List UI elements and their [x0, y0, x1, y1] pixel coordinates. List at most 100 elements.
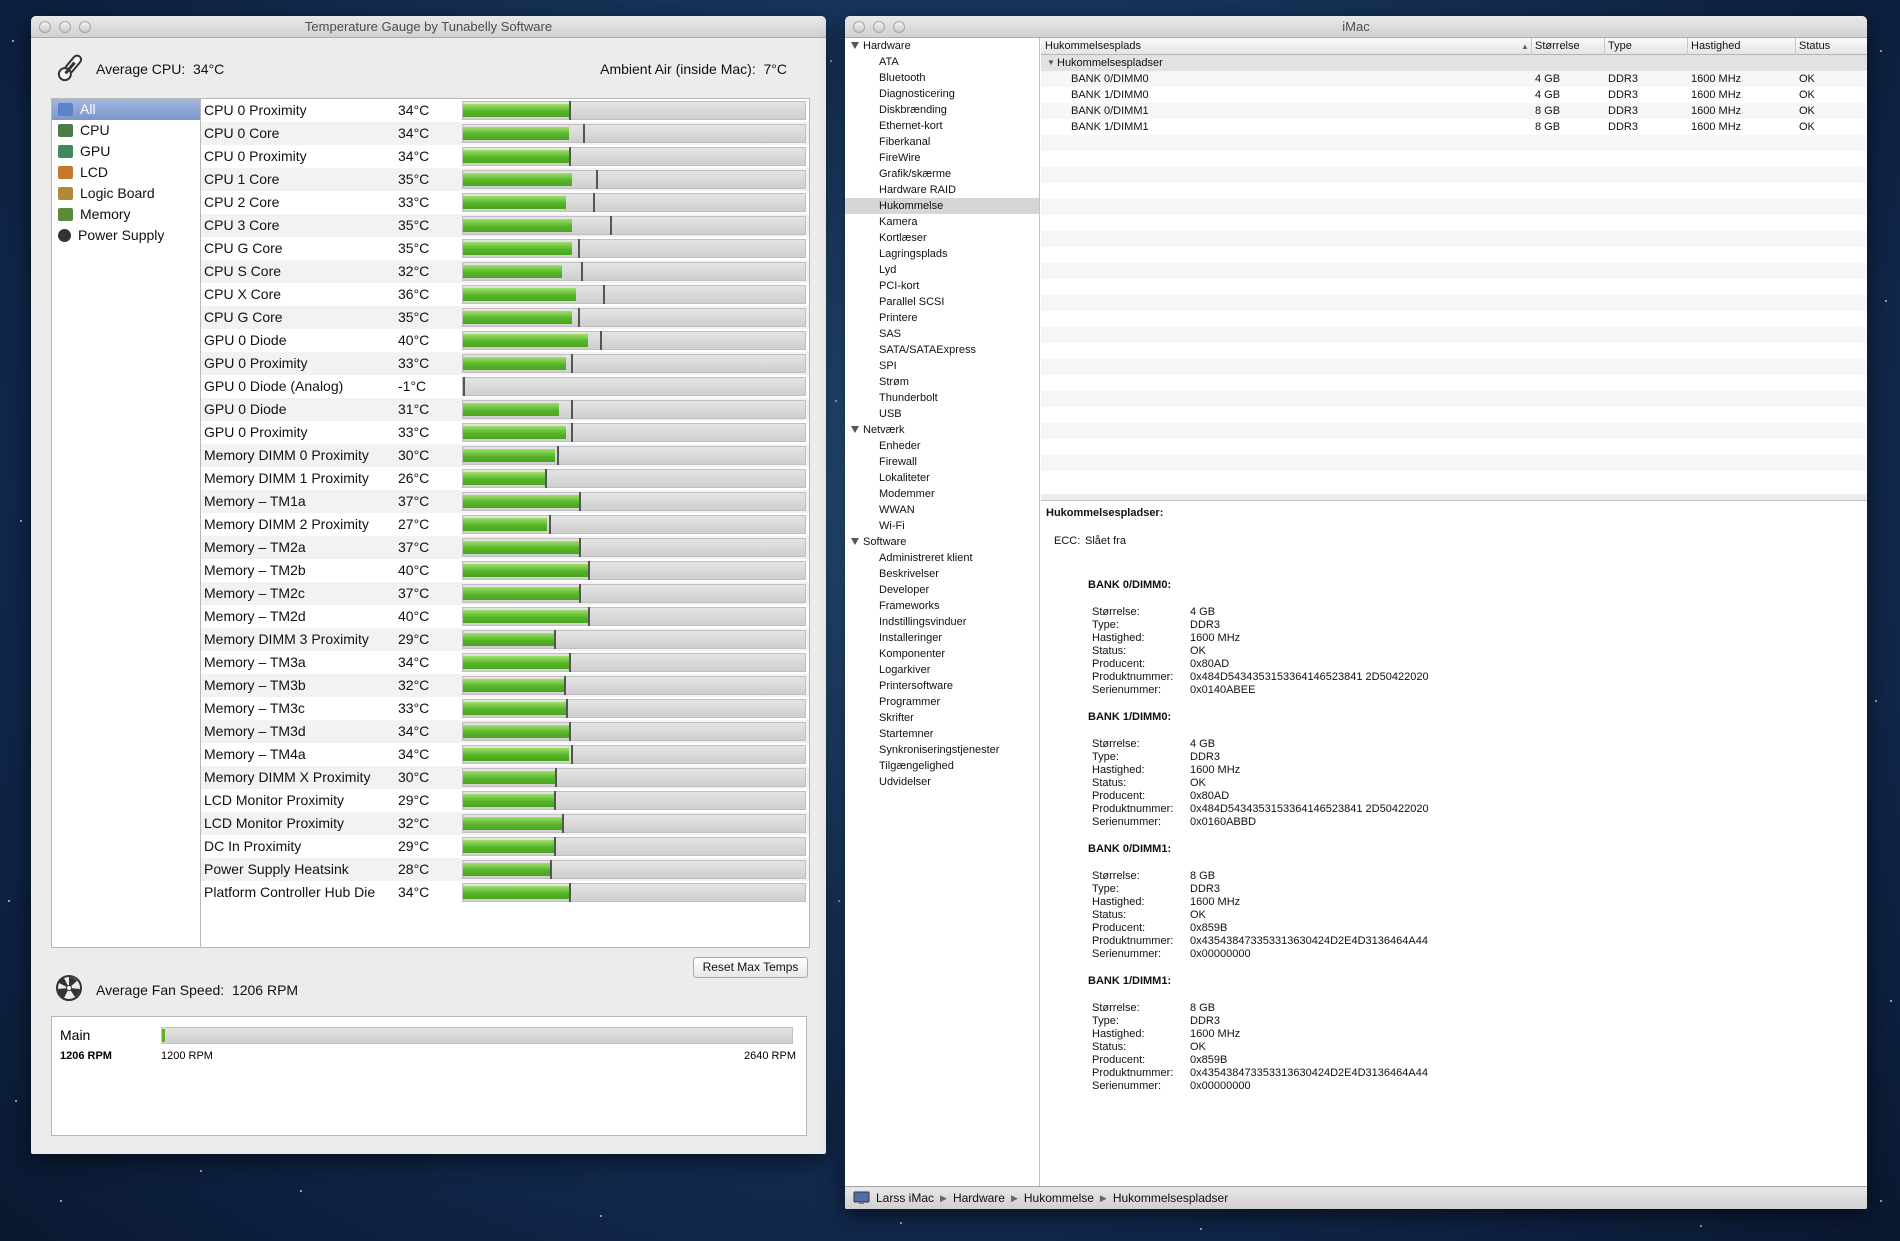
sensor-row[interactable]: CPU 2 Core 33°C: [201, 191, 809, 214]
nav-item-lokaliteter[interactable]: Lokaliteter: [845, 470, 1039, 486]
nav-item-fiberkanal[interactable]: Fiberkanal: [845, 134, 1039, 150]
sidebar-item-memory[interactable]: Memory: [52, 204, 200, 225]
sensor-row[interactable]: Memory DIMM X Proximity 30°C: [201, 766, 809, 789]
sensor-row[interactable]: GPU 0 Diode (Analog) -1°C: [201, 375, 809, 398]
nav-item-tilgængelighed[interactable]: Tilgængelighed: [845, 758, 1039, 774]
column-header-speed[interactable]: Hastighed: [1691, 40, 1741, 52]
sensor-row[interactable]: CPU 0 Proximity 34°C: [201, 145, 809, 168]
nav-item-strøm[interactable]: Strøm: [845, 374, 1039, 390]
sensor-row[interactable]: Memory DIMM 2 Proximity 27°C: [201, 513, 809, 536]
nav-item-pci-kort[interactable]: PCI-kort: [845, 278, 1039, 294]
nav-item-ethernet-kort[interactable]: Ethernet-kort: [845, 118, 1039, 134]
nav-item-wwan[interactable]: WWAN: [845, 502, 1039, 518]
zoom-button[interactable]: [893, 21, 905, 33]
nav-category-software[interactable]: Software: [845, 534, 1039, 550]
sensor-row[interactable]: LCD Monitor Proximity 32°C: [201, 812, 809, 835]
nav-item-lagringsplads[interactable]: Lagringsplads: [845, 246, 1039, 262]
nav-item-grafik-skærme[interactable]: Grafik/skærme: [845, 166, 1039, 182]
sensor-row[interactable]: CPU G Core 35°C: [201, 306, 809, 329]
table-row[interactable]: BANK 1/DIMM1 8 GB DDR3 1600 MHz OK: [1041, 119, 1867, 135]
nav-item-beskrivelser[interactable]: Beskrivelser: [845, 566, 1039, 582]
zoom-button[interactable]: [79, 21, 91, 33]
nav-item-skrifter[interactable]: Skrifter: [845, 710, 1039, 726]
nav-item-hardware-raid[interactable]: Hardware RAID: [845, 182, 1039, 198]
breadcrumb-item[interactable]: Hardware: [953, 1187, 1005, 1210]
sensor-row[interactable]: CPU S Core 32°C: [201, 260, 809, 283]
nav-item-wi-fi[interactable]: Wi-Fi: [845, 518, 1039, 534]
sensor-row[interactable]: Memory – TM3d 34°C: [201, 720, 809, 743]
nav-item-kamera[interactable]: Kamera: [845, 214, 1039, 230]
nav-item-developer[interactable]: Developer: [845, 582, 1039, 598]
nav-category-netværk[interactable]: Netværk: [845, 422, 1039, 438]
table-row[interactable]: BANK 0/DIMM0 4 GB DDR3 1600 MHz OK: [1041, 71, 1867, 87]
nav-item-printere[interactable]: Printere: [845, 310, 1039, 326]
minimize-button[interactable]: [59, 21, 71, 33]
table-row[interactable]: BANK 0/DIMM1 8 GB DDR3 1600 MHz OK: [1041, 103, 1867, 119]
sensor-row[interactable]: CPU 1 Core 35°C: [201, 168, 809, 191]
breadcrumb-item[interactable]: Hukommelse: [1024, 1187, 1094, 1210]
disclosure-triangle-icon[interactable]: ▼: [1047, 58, 1055, 67]
sensor-row[interactable]: LCD Monitor Proximity 29°C: [201, 789, 809, 812]
nav-item-sas[interactable]: SAS: [845, 326, 1039, 342]
nav-item-sata-sataexpress[interactable]: SATA/SATAExpress: [845, 342, 1039, 358]
nav-item-printersoftware[interactable]: Printersoftware: [845, 678, 1039, 694]
sensor-row[interactable]: Memory – TM2a 37°C: [201, 536, 809, 559]
nav-item-indstillingsvinduer[interactable]: Indstillingsvinduer: [845, 614, 1039, 630]
nav-item-programmer[interactable]: Programmer: [845, 694, 1039, 710]
nav-item-firewire[interactable]: FireWire: [845, 150, 1039, 166]
nav-item-synkroniseringstjenester[interactable]: Synkroniseringstjenester: [845, 742, 1039, 758]
sidebar-item-gpu[interactable]: GPU: [52, 141, 200, 162]
nav-item-installeringer[interactable]: Installeringer: [845, 630, 1039, 646]
nav-item-komponenter[interactable]: Komponenter: [845, 646, 1039, 662]
nav-item-startemner[interactable]: Startemner: [845, 726, 1039, 742]
breadcrumb-item[interactable]: Larss iMac: [876, 1187, 934, 1210]
nav-item-ata[interactable]: ATA: [845, 54, 1039, 70]
sensor-row[interactable]: GPU 0 Proximity 33°C: [201, 352, 809, 375]
nav-item-bluetooth[interactable]: Bluetooth: [845, 70, 1039, 86]
nav-category-hardware[interactable]: Hardware: [845, 38, 1039, 54]
breadcrumb-item[interactable]: Hukommelsespladser: [1113, 1187, 1228, 1210]
column-header-size[interactable]: Størrelse: [1535, 40, 1580, 52]
sensor-row[interactable]: Platform Controller Hub Die 34°C: [201, 881, 809, 904]
sensor-row[interactable]: Memory – TM3b 32°C: [201, 674, 809, 697]
sensor-row[interactable]: Memory DIMM 3 Proximity 29°C: [201, 628, 809, 651]
nav-item-spi[interactable]: SPI: [845, 358, 1039, 374]
close-button[interactable]: [853, 21, 865, 33]
nav-item-lyd[interactable]: Lyd: [845, 262, 1039, 278]
nav-item-kortlæser[interactable]: Kortlæser: [845, 230, 1039, 246]
sensor-row[interactable]: Memory – TM2c 37°C: [201, 582, 809, 605]
sensor-row[interactable]: Memory DIMM 1 Proximity 26°C: [201, 467, 809, 490]
sensor-row[interactable]: Memory – TM2b 40°C: [201, 559, 809, 582]
table-group-row[interactable]: ▼ Hukommelsespladser: [1041, 55, 1867, 71]
sensor-row[interactable]: CPU G Core 35°C: [201, 237, 809, 260]
nav-item-thunderbolt[interactable]: Thunderbolt: [845, 390, 1039, 406]
nav-item-frameworks[interactable]: Frameworks: [845, 598, 1039, 614]
sensor-row[interactable]: Memory – TM1a 37°C: [201, 490, 809, 513]
sensor-row[interactable]: Memory – TM3c 33°C: [201, 697, 809, 720]
sensor-row[interactable]: CPU 0 Proximity 34°C: [201, 99, 809, 122]
nav-item-parallel-scsi[interactable]: Parallel SCSI: [845, 294, 1039, 310]
nav-item-diagnosticering[interactable]: Diagnosticering: [845, 86, 1039, 102]
nav-item-modemmer[interactable]: Modemmer: [845, 486, 1039, 502]
sensor-row[interactable]: CPU 3 Core 35°C: [201, 214, 809, 237]
sidebar-item-lcd[interactable]: LCD: [52, 162, 200, 183]
sensor-row[interactable]: CPU 0 Core 34°C: [201, 122, 809, 145]
sidebar-item-logic-board[interactable]: Logic Board: [52, 183, 200, 204]
reset-max-temps-button[interactable]: Reset Max Temps: [693, 957, 808, 978]
nav-item-firewall[interactable]: Firewall: [845, 454, 1039, 470]
sensor-row[interactable]: Memory DIMM 0 Proximity 30°C: [201, 444, 809, 467]
column-header-status[interactable]: Status: [1799, 40, 1830, 52]
sensor-row[interactable]: Memory – TM2d 40°C: [201, 605, 809, 628]
sensor-row[interactable]: GPU 0 Diode 31°C: [201, 398, 809, 421]
sensor-row[interactable]: GPU 0 Diode 40°C: [201, 329, 809, 352]
nav-item-hukommelse[interactable]: Hukommelse: [845, 198, 1039, 214]
close-button[interactable]: [39, 21, 51, 33]
nav-item-enheder[interactable]: Enheder: [845, 438, 1039, 454]
sidebar-item-power-supply[interactable]: Power Supply: [52, 225, 200, 246]
nav-item-usb[interactable]: USB: [845, 406, 1039, 422]
column-header-slot[interactable]: Hukommelsesplads: [1045, 40, 1141, 52]
minimize-button[interactable]: [873, 21, 885, 33]
sensor-row[interactable]: Power Supply Heatsink 28°C: [201, 858, 809, 881]
sensor-row[interactable]: GPU 0 Proximity 33°C: [201, 421, 809, 444]
nav-item-udvidelser[interactable]: Udvidelser: [845, 774, 1039, 790]
